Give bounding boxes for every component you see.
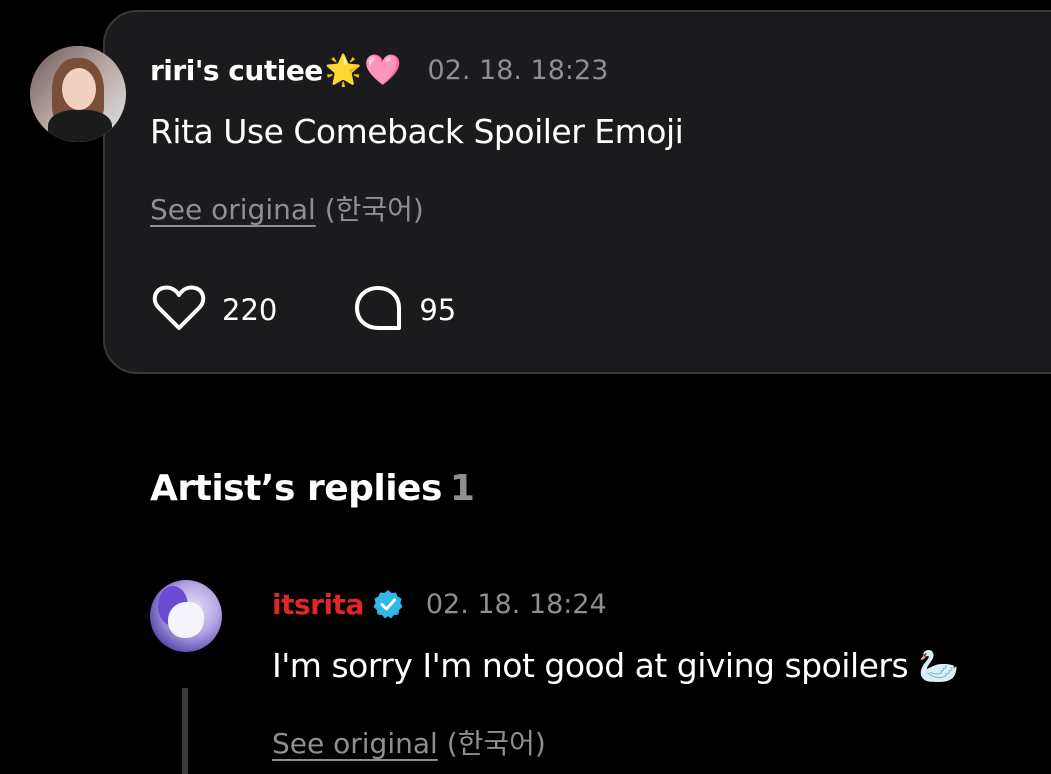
artist-avatar[interactable]: [150, 580, 222, 652]
post-username[interactable]: riri's cutiee: [150, 54, 323, 87]
post-author-avatar[interactable]: [30, 46, 126, 142]
like-button[interactable]: 220: [152, 284, 277, 336]
pink-heart-emoji: 🩷: [364, 52, 402, 88]
artist-username[interactable]: itsrita: [272, 588, 364, 621]
post-header: riri's cutiee 🌟 🩷 02. 18. 18:23: [150, 50, 608, 90]
artist-replies-title: Artist’s replies: [150, 468, 442, 509]
page: riri's cutiee 🌟 🩷 02. 18. 18:23 Rita Use…: [0, 0, 1051, 774]
comment-count: 95: [419, 293, 457, 327]
reply-see-original: See original (한국어): [272, 722, 546, 762]
see-original-link[interactable]: See original: [150, 193, 316, 226]
post-timestamp: 02. 18. 18:23: [427, 54, 609, 86]
reply-see-original-link[interactable]: See original: [272, 727, 438, 760]
like-count: 220: [222, 293, 278, 327]
original-language-label: (한국어): [324, 193, 424, 226]
artist-replies-count: 1: [449, 468, 475, 509]
post-actions: 220 95: [152, 284, 532, 336]
star-emoji: 🌟: [324, 52, 363, 88]
comment-button[interactable]: 95: [353, 284, 456, 336]
reply-text: I'm sorry I'm not good at giving spoiler…: [272, 646, 909, 685]
verified-badge-icon: [372, 588, 404, 620]
post-body-text: Rita Use Comeback Spoiler Emoji: [150, 112, 684, 151]
reply-body-text: I'm sorry I'm not good at giving spoiler…: [272, 646, 959, 686]
swan-emoji: 🦢: [918, 646, 959, 685]
thread-line: [182, 688, 188, 774]
reply-timestamp: 02. 18. 18:24: [425, 588, 607, 620]
post-see-original: See original (한국어): [150, 188, 424, 228]
speech-bubble-outline-icon: [353, 284, 403, 336]
reply-original-language-label: (한국어): [446, 727, 546, 760]
reply-header: itsrita 02. 18. 18:24: [272, 584, 607, 624]
artist-replies-heading: Artist’s replies 1: [150, 468, 475, 509]
heart-outline-icon: [152, 284, 206, 336]
